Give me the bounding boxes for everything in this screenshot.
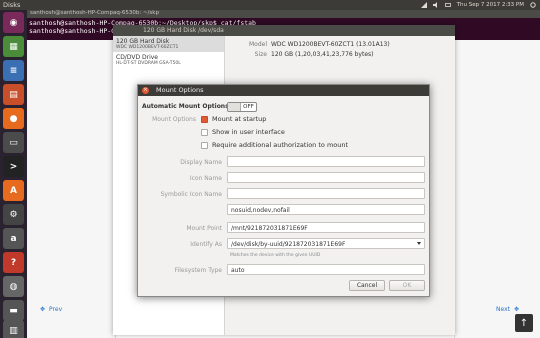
software-center-icon[interactable]: A: [3, 180, 24, 201]
spreadsheet-icon[interactable]: ▦: [3, 36, 24, 57]
next-link[interactable]: Next ✥: [496, 306, 519, 313]
checkbox-checked-icon: [201, 115, 208, 123]
mount-point-label: Mount Point: [186, 225, 222, 232]
presentation-icon[interactable]: ▤: [3, 84, 24, 105]
require-auth-checkbox[interactable]: Require additional authorization to moun…: [201, 141, 348, 149]
checkbox-label: Require additional authorization to moun…: [212, 141, 349, 149]
identify-as-value: /dev/disk/by-uuid/921872031871E69F: [231, 240, 346, 248]
toggle-knob: [228, 103, 241, 111]
disk-sub: WDC WD1200BEVT-60ZCT1: [116, 45, 179, 50]
scroll-top-button[interactable]: ↑: [515, 314, 533, 332]
prev-label: Prev: [49, 306, 63, 313]
identify-as-hint: Matches the device with the given UUID: [230, 253, 321, 258]
checkbox-icon: [201, 128, 208, 136]
toggle-state: OFF: [243, 104, 254, 110]
arrow-right-icon: ✥: [513, 306, 520, 313]
amazon-icon[interactable]: a: [3, 228, 24, 249]
close-icon[interactable]: ×: [142, 87, 149, 94]
display-name-field[interactable]: [227, 156, 425, 167]
drive-icon[interactable]: ▬: [3, 300, 24, 321]
identify-as-select[interactable]: /dev/disk/by-uuid/921872031871E69F: [227, 238, 425, 249]
disk-name: CD/DVD Drive: [116, 54, 158, 61]
prop-value: 120 GB (1,20,03,41,23,776 bytes): [271, 51, 374, 58]
clock[interactable]: Thu Sep 7 2017 2:33 PM: [457, 2, 524, 8]
checkbox-label: Mount at startup: [212, 115, 267, 123]
auto-mount-toggle[interactable]: OFF: [227, 102, 257, 112]
mount-at-startup-checkbox[interactable]: Mount at startup: [201, 115, 266, 123]
prop-key: Model: [248, 41, 267, 48]
checkbox-icon: [201, 141, 208, 149]
battery-icon[interactable]: [444, 2, 451, 8]
auto-mount-label: Automatic Mount Options: [142, 103, 229, 110]
arrow-up-icon: ↑: [519, 317, 529, 329]
ok-button[interactable]: OK: [389, 280, 425, 291]
system-tray: Thu Sep 7 2017 2:33 PM: [420, 0, 536, 10]
icon-name-field[interactable]: [227, 172, 425, 183]
fs-type-label: Filesystem Type: [174, 267, 222, 274]
disks-icon[interactable]: ◍: [3, 276, 24, 297]
disks-titlebar: 120 GB Hard Disk /dev/sda: [113, 25, 455, 36]
sound-icon[interactable]: [432, 2, 439, 8]
prev-link[interactable]: ✥ Prev: [40, 306, 62, 313]
symbolic-icon-field[interactable]: [227, 188, 425, 199]
terminal-title: santhosh@santhosh-HP-Compaq-6530b: ~/skp: [27, 10, 540, 18]
arrow-left-icon: ✥: [40, 306, 46, 313]
identify-as-label: Identify As: [190, 241, 222, 248]
document-icon[interactable]: ≡: [3, 60, 24, 81]
mount-options-field[interactable]: nosuid,nodev,nofail: [227, 204, 425, 215]
dialog-title: Mount Options: [156, 86, 204, 94]
mount-point-field[interactable]: /mnt/921872031871E69F: [227, 222, 425, 233]
prop-value: WDC WD1200BEVT-60ZCT1 (13.01A13): [271, 41, 390, 48]
disk-item-dvd[interactable]: CD/DVD Drive HL-DT-ST DVDRAM GSA-T50L: [113, 52, 224, 68]
chevron-down-icon: [417, 242, 421, 245]
network-icon[interactable]: [420, 2, 427, 8]
gear-icon[interactable]: [530, 2, 536, 8]
help-icon[interactable]: ?: [3, 252, 24, 273]
terminal-icon[interactable]: >: [3, 156, 24, 177]
app-title: Disks: [3, 1, 21, 9]
next-label: Next: [496, 306, 510, 313]
mount-options-dialog: × Mount Options Automatic Mount Options …: [137, 84, 430, 297]
dialog-titlebar: × Mount Options: [138, 85, 429, 96]
mount-options-label: Mount Options: [152, 116, 196, 123]
display-name-label: Display Name: [180, 159, 222, 166]
prop-key: Size: [254, 51, 267, 58]
disk-properties: Model WDC WD1200BEVT-60ZCT1 (13.01A13) Si…: [233, 40, 390, 60]
icon-name-label: Icon Name: [189, 175, 222, 182]
launcher: ◉ ▦ ≡ ▤ ● ▭ > A ⚙ a ? ◍ ▬ ▥: [0, 10, 27, 338]
fs-type-field[interactable]: auto: [227, 264, 425, 275]
top-panel: Disks Thu Sep 7 2017 2:33 PM: [0, 0, 540, 10]
disk-item-hdd[interactable]: 120 GB Hard Disk WDC WD1200BEVT-60ZCT1: [113, 36, 224, 52]
cancel-button[interactable]: Cancel: [349, 280, 385, 291]
settings-icon[interactable]: ⚙: [3, 204, 24, 225]
trash-icon[interactable]: ▥: [3, 320, 24, 338]
disk-name: 120 GB Hard Disk: [116, 38, 170, 45]
checkbox-label: Show in user interface: [212, 128, 285, 136]
disk-sub: HL-DT-ST DVDRAM GSA-T50L: [116, 61, 181, 66]
symbolic-icon-label: Symbolic Icon Name: [160, 191, 222, 198]
files-icon[interactable]: ▭: [3, 132, 24, 153]
show-in-ui-checkbox[interactable]: Show in user interface: [201, 128, 285, 136]
firefox-icon[interactable]: ●: [3, 108, 24, 129]
dash-icon[interactable]: ◉: [3, 12, 24, 33]
